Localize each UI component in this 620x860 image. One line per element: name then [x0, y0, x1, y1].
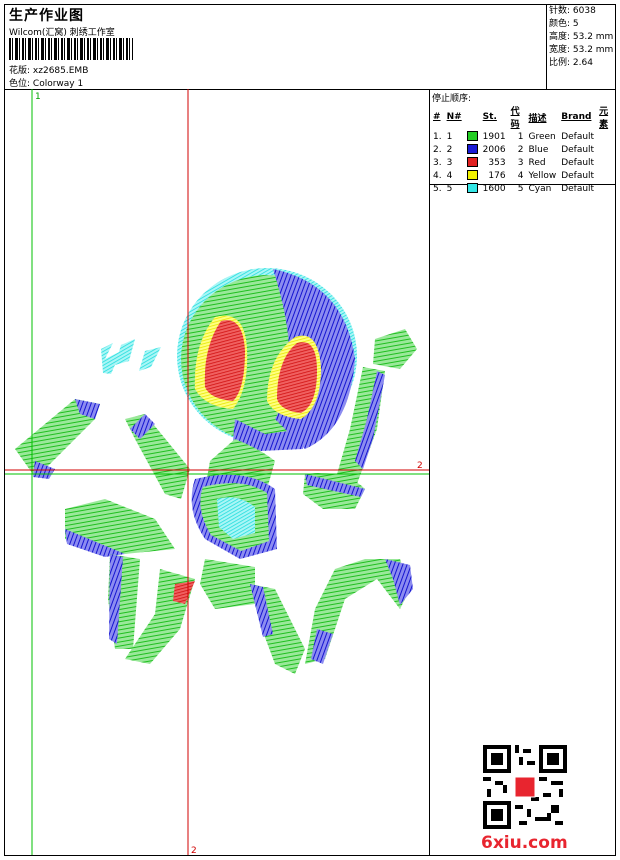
- row-stitches: 1600: [482, 183, 506, 194]
- row-element: [597, 143, 615, 156]
- col-header: 元素: [599, 107, 609, 130]
- main-area: 1 2 2 停止顺序: # N# St. 代码 描述 Brand 元素 1. 1…: [5, 89, 615, 855]
- row-swatch: [465, 143, 481, 156]
- legs: [108, 554, 413, 674]
- row-stitches: 1901: [482, 131, 506, 142]
- stop-sequence-table: # N# St. 代码 描述 Brand 元素 1. 1 1901 1 Green Def…: [431, 104, 615, 195]
- row-stitches: 2006: [482, 144, 506, 155]
- row-element: [597, 156, 615, 169]
- row-number: 1.: [433, 131, 442, 142]
- row-swatch: [465, 130, 481, 143]
- guide-label-2-horizontal: 2: [417, 461, 423, 471]
- row-description: Green: [528, 131, 556, 142]
- row-swatch: [465, 156, 481, 169]
- table-row: 3. 3 353 3 Red Default: [431, 156, 615, 169]
- table-header-row: # N# St. 代码 描述 Brand 元素: [431, 104, 615, 130]
- watermark-text: 6xiu.com: [481, 833, 568, 853]
- row-brand: Default: [561, 183, 595, 194]
- qr-code: [483, 745, 567, 829]
- guide-label-1: 1: [35, 92, 41, 102]
- row-brand: Default: [561, 144, 595, 155]
- color-swatch: [466, 183, 478, 194]
- row-code: 4: [517, 170, 524, 181]
- row-swatch: [465, 169, 481, 182]
- row-description: Yellow: [528, 170, 557, 181]
- left-arm: [15, 399, 190, 557]
- row-stitches: 176: [488, 170, 506, 181]
- table-row: 2. 2 2006 2 Blue Default: [431, 143, 615, 156]
- col-header: [465, 104, 481, 130]
- row-element: [597, 182, 615, 195]
- pattern-value: xz2685.EMB: [32, 66, 89, 76]
- stat-height: 高度: 53.2 mm: [549, 32, 614, 42]
- table-row: 4. 4 176 4 Yellow Default: [431, 169, 615, 182]
- colorway-line: 色位: Colorway 1: [9, 76, 83, 89]
- guide-label-2-vertical: 2: [191, 846, 197, 855]
- color-swatch: [466, 144, 478, 155]
- row-code: 5: [517, 183, 524, 194]
- barcode: [9, 38, 133, 60]
- colorway-value: Colorway 1: [32, 79, 84, 89]
- row-description: Cyan: [528, 183, 552, 194]
- colorway-label: 色位:: [9, 79, 31, 89]
- col-header: 描述: [528, 113, 547, 124]
- row-number: 5.: [433, 183, 442, 194]
- color-swatch: [466, 131, 478, 142]
- design-canvas: 1 2 2: [5, 89, 430, 855]
- embroidery-preview: 1 2 2: [5, 89, 429, 855]
- col-header: N#: [446, 112, 462, 122]
- pattern-label: 花版:: [9, 66, 31, 76]
- col-header: Brand: [561, 112, 592, 122]
- header-info: 生产作业图 Wilcom(汇窝) 刺绣工作室 花版: xz2685.EMB 色位…: [7, 5, 547, 89]
- row-element: [597, 169, 615, 182]
- col-header: 代码: [510, 107, 520, 130]
- row-needle: 4: [446, 170, 453, 181]
- row-brand: Default: [561, 170, 595, 181]
- col-header: St.: [482, 112, 497, 122]
- row-number: 3.: [433, 157, 442, 168]
- stat-ratio: 比例: 2.64: [549, 58, 593, 68]
- row-needle: 3: [446, 157, 453, 168]
- sparkle-marks: [101, 339, 161, 374]
- stop-sequence-panel: 停止顺序: # N# St. 代码 描述 Brand 元素 1. 1 1901 1 Gr…: [430, 89, 615, 194]
- row-needle: 1: [446, 131, 453, 142]
- stop-sequence-title: 停止顺序:: [432, 94, 472, 104]
- row-number: 4.: [433, 170, 442, 181]
- page-title: 生产作业图: [9, 8, 84, 24]
- row-code: 2: [517, 144, 524, 155]
- design-stats: 针数: 6038 颜色: 5 高度: 53.2 mm 宽度: 53.2 mm 比…: [546, 5, 616, 89]
- row-brand: Default: [561, 157, 595, 168]
- row-stitches: 353: [488, 157, 506, 168]
- stat-width: 宽度: 53.2 mm: [549, 45, 614, 55]
- skull: [177, 268, 357, 451]
- row-code: 3: [517, 157, 524, 168]
- pattern-line: 花版: xz2685.EMB: [9, 63, 88, 76]
- row-description: Red: [528, 157, 546, 168]
- color-swatch: [466, 170, 478, 181]
- table-row: 1. 1 1901 1 Green Default: [431, 130, 615, 143]
- table-row: 5. 5 1600 5 Cyan Default: [431, 182, 615, 195]
- qr-logo-stamp: [514, 776, 536, 798]
- col-header: #: [433, 112, 441, 122]
- stat-stitches: 针数: 6038: [549, 6, 596, 16]
- row-description: Blue: [528, 144, 549, 155]
- row-needle: 5: [446, 183, 453, 194]
- color-swatch: [466, 157, 478, 168]
- header: 生产作业图 Wilcom(汇窝) 刺绣工作室 花版: xz2685.EMB 色位…: [5, 5, 615, 90]
- row-code: 1: [517, 131, 524, 142]
- row-needle: 2: [446, 144, 453, 155]
- row-number: 2.: [433, 144, 442, 155]
- production-sheet: 生产作业图 Wilcom(汇窝) 刺绣工作室 花版: xz2685.EMB 色位…: [4, 4, 616, 856]
- stat-colors: 颜色: 5: [549, 19, 579, 29]
- row-swatch: [465, 182, 481, 195]
- row-element: [597, 130, 615, 143]
- studio-name: Wilcom(汇窝) 刺绣工作室: [9, 28, 115, 38]
- row-brand: Default: [561, 131, 595, 142]
